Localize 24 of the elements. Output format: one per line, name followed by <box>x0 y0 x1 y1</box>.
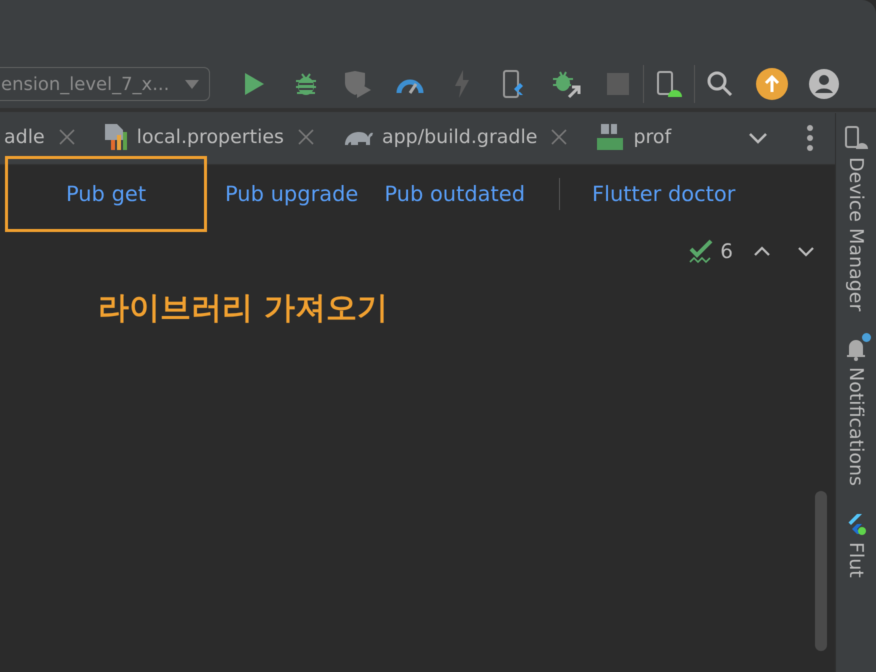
action-link[interactable]: Flutter doctor <box>586 182 742 206</box>
close-icon[interactable] <box>551 128 568 144</box>
editor-tab[interactable]: app/build.gradle <box>382 126 538 148</box>
close-icon[interactable] <box>298 128 314 144</box>
tool-window-button[interactable]: Device Manager <box>844 125 868 312</box>
properties-file-icon <box>102 122 129 152</box>
action-link[interactable]: Pub outdated <box>378 182 532 206</box>
scrollbar[interactable] <box>815 491 827 651</box>
editor-tab[interactable]: adle <box>4 126 45 148</box>
bell-icon <box>845 337 867 362</box>
action-link[interactable]: Pub get <box>60 182 152 206</box>
manifest-file-icon <box>595 122 626 152</box>
check-icon <box>688 238 714 264</box>
tool-window-button[interactable]: Flut <box>845 512 867 578</box>
tool-window-button[interactable]: Notifications <box>845 337 867 486</box>
editor-tab[interactable]: prof <box>633 126 672 148</box>
problem-count: 6 <box>720 239 733 263</box>
annotation-text: 라이브러리 가져오기 <box>98 289 389 328</box>
run-configuration-dropdown[interactable]: ension_level_7_x... <box>0 67 210 101</box>
action-link[interactable]: Pub upgrade <box>219 182 364 206</box>
phone-icon <box>844 125 868 151</box>
dropdown-caret-icon <box>185 80 199 88</box>
editor-tab[interactable]: local.properties <box>136 126 284 148</box>
close-icon[interactable] <box>58 128 75 144</box>
